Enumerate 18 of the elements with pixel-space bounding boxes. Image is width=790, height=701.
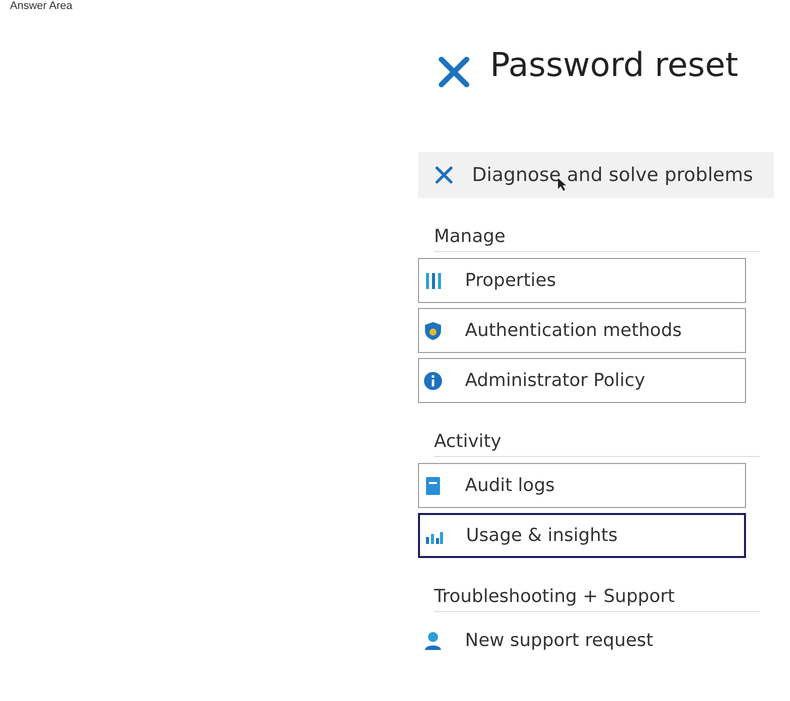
menu-item[interactable]: Administrator Policy <box>418 358 746 403</box>
person-icon <box>423 630 443 650</box>
answer-area-label: Answer Area <box>10 0 72 12</box>
menu-item[interactable]: Audit logs <box>418 463 746 508</box>
shield-icon <box>423 320 443 340</box>
menu-item[interactable]: Diagnose and solve problems <box>418 152 774 198</box>
section-heading: Activity <box>434 431 760 457</box>
menu-item[interactable]: New support request <box>418 618 746 663</box>
cursor-icon <box>558 178 567 191</box>
menu-item[interactable]: Authentication methods <box>418 308 746 353</box>
section-heading: Manage <box>434 226 760 252</box>
bars-icon <box>423 270 443 290</box>
book-icon <box>423 476 443 496</box>
menu-item[interactable]: Usage & insights <box>418 513 746 558</box>
section-heading: Troubleshooting + Support <box>434 586 760 612</box>
menu-item[interactable]: Properties <box>418 258 746 303</box>
page-title: Password reset <box>490 44 738 84</box>
info-icon <box>423 370 443 390</box>
